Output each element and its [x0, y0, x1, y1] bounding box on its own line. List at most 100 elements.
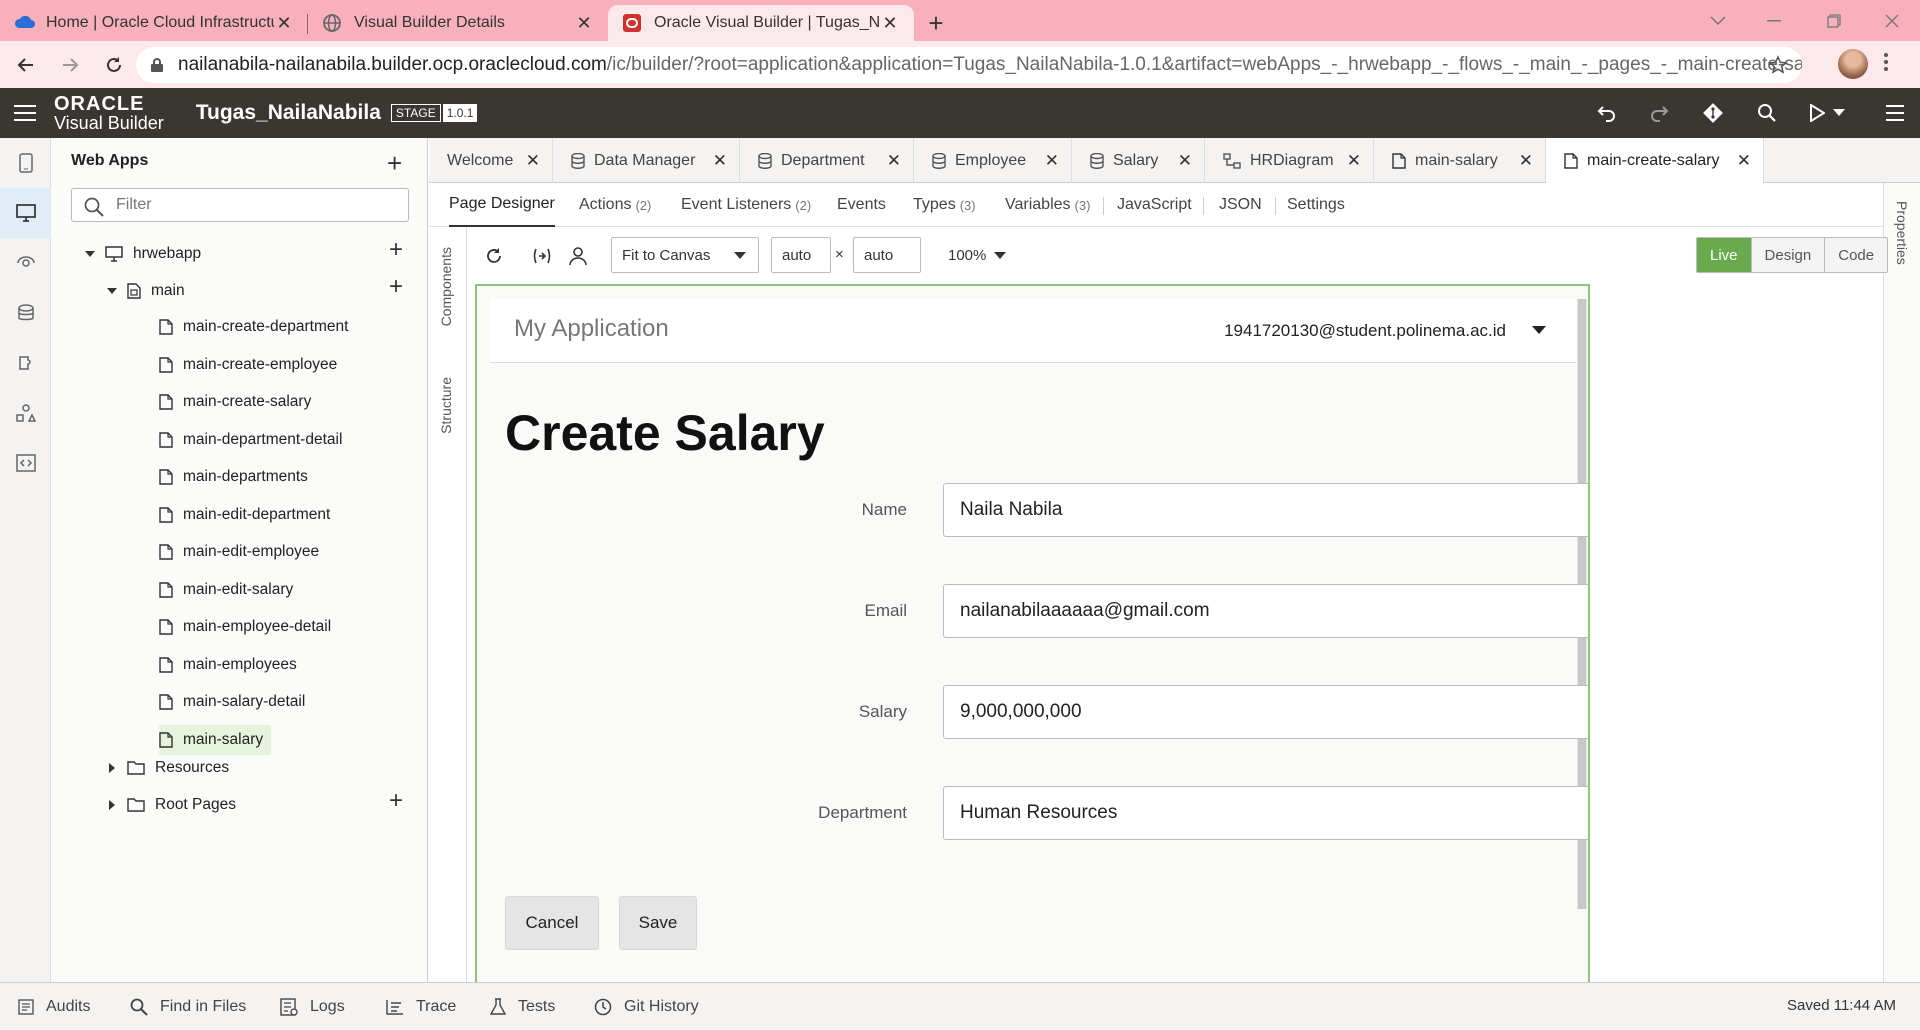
close-icon[interactable]: ✕	[1347, 151, 1361, 171]
collapsed-caret-icon[interactable]	[103, 763, 121, 773]
run-options-caret-icon[interactable]	[1824, 88, 1854, 138]
editor-tab-main-salary[interactable]: main-salary ✕	[1374, 138, 1546, 183]
services-icon[interactable]	[0, 238, 51, 288]
back-icon[interactable]	[8, 47, 44, 83]
tests-button[interactable]: Tests	[490, 983, 555, 1030]
editor-tab-hrdiagram[interactable]: HRDiagram ✕	[1205, 138, 1374, 183]
subtab-page-designer[interactable]: Page Designer	[449, 183, 555, 227]
close-icon[interactable]: ✕	[1045, 151, 1059, 171]
tree-node-page[interactable]: main-create-salary	[159, 387, 311, 417]
user-menu[interactable]: 1941720130@student.polinema.ac.id	[1224, 321, 1506, 341]
find-in-files-button[interactable]: Find in Files	[130, 983, 246, 1030]
reload-icon[interactable]	[96, 47, 132, 83]
restore-icon[interactable]	[1806, 0, 1862, 41]
audits-button[interactable]: Audits	[18, 983, 90, 1030]
search-icon[interactable]	[1742, 88, 1792, 138]
editor-tab-salary[interactable]: Salary ✕	[1072, 138, 1205, 183]
overflow-menu-icon[interactable]	[1870, 88, 1920, 138]
tree-node-page[interactable]: main-salary-detail	[159, 687, 305, 717]
design-mode-button[interactable]: Design	[1750, 238, 1825, 272]
code-mode-button[interactable]: Code	[1824, 238, 1888, 272]
forward-icon[interactable]	[52, 47, 88, 83]
department-select[interactable]: Human Resources	[943, 786, 1588, 840]
new-tab-button[interactable]: +	[918, 5, 954, 41]
browser-menu-icon[interactable]	[1884, 53, 1888, 71]
tree-node-page[interactable]: main-edit-employee	[159, 537, 319, 567]
refresh-icon[interactable]	[479, 239, 509, 273]
add-page-button[interactable]: +	[389, 273, 403, 301]
filter-input[interactable]: Filter	[71, 188, 409, 222]
subtab-actions[interactable]: Actions (2)	[579, 183, 651, 227]
tree-node-page[interactable]: main-edit-department	[159, 500, 330, 530]
tree-node-resources[interactable]: Resources	[103, 753, 229, 783]
cancel-button[interactable]: Cancel	[505, 896, 599, 950]
processes-icon[interactable]	[0, 388, 51, 438]
add-flow-button[interactable]: +	[389, 236, 403, 264]
git-icon[interactable]	[1688, 88, 1738, 138]
tree-node-page[interactable]: main-edit-salary	[159, 575, 293, 605]
editor-tab-welcome[interactable]: Welcome ✕	[429, 138, 553, 183]
close-icon[interactable]: ✕	[1737, 151, 1751, 171]
tree-node-hrwebapp[interactable]: hrwebapp	[81, 239, 201, 269]
zoom-select[interactable]: 100%	[937, 237, 1017, 273]
tree-node-page[interactable]: main-create-employee	[159, 350, 337, 380]
redo-icon[interactable]	[1634, 88, 1684, 138]
save-button[interactable]: Save	[619, 896, 697, 950]
browser-tab-oracle-vb[interactable]: Oracle Visual Builder | Tugas_Nai ✕	[608, 5, 914, 41]
web-apps-icon[interactable]	[0, 188, 51, 238]
user-role-icon[interactable]	[563, 239, 593, 273]
structure-panel-tab[interactable]: Structure	[438, 377, 454, 434]
add-web-app-button[interactable]: +	[387, 148, 402, 179]
components-panel-tab[interactable]: Components	[438, 247, 454, 326]
oracle-vb-logo[interactable]: ORACLE Visual Builder	[54, 94, 164, 132]
hamburger-menu-icon[interactable]	[0, 88, 50, 138]
mobile-apps-icon[interactable]	[0, 138, 51, 188]
subtab-settings[interactable]: Settings	[1287, 183, 1345, 227]
window-close-icon[interactable]	[1864, 0, 1920, 41]
tree-node-page[interactable]: main-employees	[159, 650, 297, 680]
fit-to-canvas-select[interactable]: Fit to Canvas	[611, 237, 759, 273]
address-bar[interactable]: nailanabila-nailanabila.builder.ocp.orac…	[136, 47, 1802, 83]
subtab-variables[interactable]: Variables (3)	[1005, 183, 1090, 227]
git-history-button[interactable]: Git History	[594, 983, 699, 1030]
tree-node-main[interactable]: main	[103, 276, 185, 306]
editor-tab-department[interactable]: Department ✕	[740, 138, 914, 183]
close-icon[interactable]: ✕	[574, 13, 594, 34]
subtab-types[interactable]: Types (3)	[913, 183, 976, 227]
business-objects-icon[interactable]	[0, 288, 51, 338]
tab-search-chevron-down-icon[interactable]	[1690, 0, 1746, 41]
close-icon[interactable]: ✕	[274, 13, 294, 34]
tree-node-root-pages[interactable]: Root Pages	[103, 790, 236, 820]
tree-node-page[interactable]: main-employee-detail	[159, 612, 331, 642]
tree-node-page[interactable]: main-salary	[159, 724, 272, 755]
chevron-down-icon[interactable]	[1532, 326, 1546, 334]
editor-tab-data-manager[interactable]: Data Manager ✕	[553, 138, 740, 183]
tree-node-page[interactable]: main-department-detail	[159, 425, 342, 455]
close-icon[interactable]: ✕	[526, 151, 540, 171]
subtab-events[interactable]: Events	[837, 183, 886, 227]
bookmark-star-icon[interactable]	[1768, 55, 1788, 75]
logs-button[interactable]: Logs	[280, 983, 345, 1030]
salary-field[interactable]: 9,000,000,000	[943, 685, 1588, 739]
close-icon[interactable]: ✕	[887, 151, 901, 171]
browser-tab-vb-details[interactable]: Visual Builder Details ✕	[308, 5, 608, 41]
profile-avatar[interactable]	[1838, 49, 1868, 79]
expanded-caret-icon[interactable]	[103, 287, 121, 295]
source-code-icon[interactable]	[0, 438, 51, 488]
close-icon[interactable]: ✕	[713, 151, 727, 171]
close-icon[interactable]: ✕	[1178, 151, 1192, 171]
components-icon[interactable]	[0, 338, 51, 388]
editor-tab-employee[interactable]: Employee ✕	[914, 138, 1072, 183]
application-name[interactable]: Tugas_NailaNabila	[196, 101, 381, 125]
subtab-javascript[interactable]: JavaScript	[1117, 183, 1192, 227]
canvas-height-input[interactable]: auto	[853, 237, 921, 273]
tree-node-page[interactable]: main-departments	[159, 462, 308, 492]
close-icon[interactable]: ✕	[880, 13, 900, 34]
live-mode-button[interactable]: Live	[1697, 238, 1751, 272]
minimize-icon[interactable]	[1746, 0, 1802, 41]
subtab-event-listeners[interactable]: Event Listeners (2)	[681, 183, 811, 227]
collapsed-caret-icon[interactable]	[103, 800, 121, 810]
expanded-caret-icon[interactable]	[81, 250, 99, 258]
editor-tab-main-create-salary[interactable]: main-create-salary ✕	[1546, 138, 1764, 184]
canvas-width-input[interactable]: auto	[771, 237, 831, 273]
